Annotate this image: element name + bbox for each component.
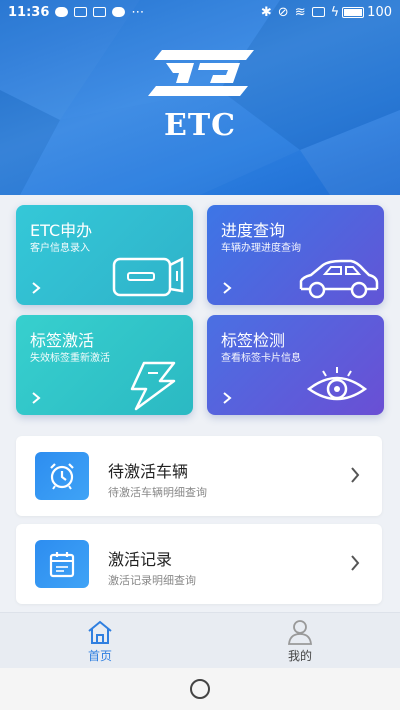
charging-icon: ϟ xyxy=(330,4,340,20)
chevron-right-icon xyxy=(351,467,360,483)
list-item-title: 待激活车辆 xyxy=(108,462,189,481)
etc-logo-icon xyxy=(148,50,254,96)
chevron-right-icon xyxy=(32,282,41,294)
bluetooth-icon: ✱ xyxy=(260,4,272,20)
card-subtitle: 查看标签卡片信息 xyxy=(221,353,301,364)
bottom-tab-bar: 首页 我的 xyxy=(0,612,400,668)
tab-mine[interactable]: 我的 xyxy=(260,619,340,664)
card-subtitle: 客户信息录入 xyxy=(30,243,90,254)
battery-indicator: ϟ 100 xyxy=(331,5,392,20)
card-title: 进度查询 xyxy=(221,221,286,240)
card-tag-activate[interactable]: 标签激活 失效标签重新激活 xyxy=(16,315,193,415)
card-progress-query[interactable]: 进度查询 车辆办理进度查询 xyxy=(207,205,384,305)
more-icon: ⋯ xyxy=(131,4,145,20)
chevron-right-icon xyxy=(223,392,232,404)
list-item-pending-vehicles[interactable]: 待激活车辆 待激活车辆明细查询 xyxy=(16,436,382,516)
header-banner: 11:36 ⋯ ✱ ⊘ ≋ ϟ 100 ETC xyxy=(0,0,400,195)
chevron-right-icon xyxy=(223,282,232,294)
calendar-icon xyxy=(35,540,89,588)
card-etc-apply[interactable]: ETC申办 客户信息录入 xyxy=(16,205,193,305)
card-title: 标签检测 xyxy=(221,331,286,350)
list-item-subtitle: 待激活车辆明细查询 xyxy=(108,486,207,499)
system-home-button[interactable] xyxy=(190,679,210,699)
chevron-right-icon xyxy=(351,555,360,571)
list-item-activation-records[interactable]: 激活记录 激活记录明细查询 xyxy=(16,524,382,604)
chevron-right-icon xyxy=(32,392,41,404)
message-icon xyxy=(55,7,69,17)
chat-icon xyxy=(112,7,126,17)
status-bar: 11:36 ⋯ ✱ ⊘ ≋ ϟ 100 xyxy=(0,0,400,24)
user-icon xyxy=(288,620,312,645)
system-navigation-bar xyxy=(0,668,400,710)
card-subtitle: 失效标签重新激活 xyxy=(30,353,110,364)
app-title: ETC xyxy=(163,108,237,143)
status-time: 11:36 xyxy=(8,4,50,20)
eye-icon xyxy=(306,367,368,401)
car-icon xyxy=(299,259,379,299)
etc-card-reader-icon xyxy=(112,256,184,297)
tab-home[interactable]: 首页 xyxy=(60,619,140,664)
battery-icon xyxy=(342,6,365,18)
alarm-clock-icon xyxy=(35,452,89,500)
battery-level: 100 xyxy=(367,4,392,20)
tab-home-label: 首页 xyxy=(87,649,112,663)
home-icon xyxy=(88,620,112,644)
download-icon xyxy=(93,7,107,17)
list-item-title: 激活记录 xyxy=(108,550,173,569)
card-tag-detect[interactable]: 标签检测 查看标签卡片信息 xyxy=(207,315,384,415)
list-item-subtitle: 激活记录明细查询 xyxy=(108,574,196,587)
mute-icon: ⊘ xyxy=(277,4,289,20)
card-title: ETC申办 xyxy=(30,221,93,240)
wifi-icon: ≋ xyxy=(294,4,306,20)
image-icon xyxy=(74,7,88,17)
lightning-icon xyxy=(130,361,176,411)
screen-icon xyxy=(311,7,325,17)
card-subtitle: 车辆办理进度查询 xyxy=(221,243,301,254)
tab-mine-label: 我的 xyxy=(287,649,312,663)
card-title: 标签激活 xyxy=(30,331,95,350)
feature-grid: ETC申办 客户信息录入 进度查询 车辆办理进度查询 标签激活 失效标签重新激活 xyxy=(16,205,384,415)
